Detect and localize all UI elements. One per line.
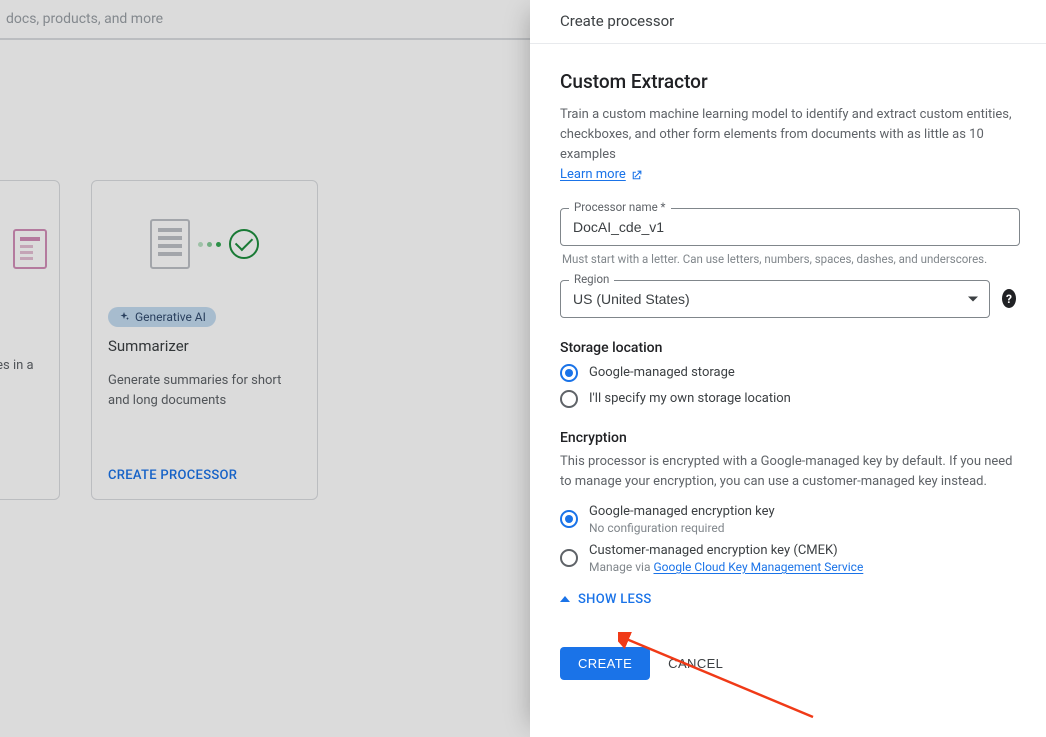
kms-link[interactable]: Google Cloud Key Management Service — [653, 560, 863, 574]
panel-title: Create processor — [530, 0, 1046, 44]
radio-selected-icon — [560, 364, 578, 382]
create-button[interactable]: CREATE — [560, 647, 650, 680]
processor-name-helper: Must start with a letter. Can use letter… — [562, 252, 1022, 266]
chevron-up-icon — [560, 596, 570, 602]
check-circle-icon — [229, 229, 259, 259]
card-desc-fragment: ndaries in a — [0, 356, 47, 376]
region-field: Region ? — [560, 280, 1016, 318]
region-select[interactable] — [560, 280, 990, 318]
cancel-button[interactable]: CANCEL — [668, 656, 723, 671]
external-link-icon — [630, 169, 643, 182]
card-title: Summarizer — [108, 337, 301, 355]
processor-type-description: Train a custom machine learning model to… — [560, 107, 1012, 162]
chevron-down-icon — [968, 296, 978, 301]
processor-card-partial[interactable]: ndaries in a — [0, 180, 60, 500]
card-illustration — [92, 181, 317, 307]
show-less-toggle[interactable]: SHOW LESS — [560, 592, 1016, 607]
processor-type-heading: Custom Extractor — [560, 70, 1016, 93]
encryption-description: This processor is encrypted with a Googl… — [560, 452, 1016, 492]
processor-name-field: Processor name * — [560, 208, 1016, 246]
radio-selected-icon — [560, 510, 578, 528]
generative-ai-badge: Generative AI — [108, 307, 216, 327]
create-processor-link[interactable]: CREATE PROCESSOR — [108, 468, 237, 483]
card-illustration — [0, 201, 47, 296]
region-help-icon[interactable]: ? — [1002, 289, 1016, 308]
sparkle-icon — [118, 311, 130, 323]
storage-google-option[interactable]: Google-managed storage — [560, 364, 1016, 382]
radio-unselected-icon — [560, 549, 578, 567]
encryption-google-option[interactable]: Google-managed encryption key No configu… — [560, 504, 1016, 535]
processor-card-summarizer[interactable]: Generative AI Summarizer Generate summar… — [91, 180, 318, 500]
encryption-cmek-option[interactable]: Customer-managed encryption key (CMEK) M… — [560, 543, 1016, 574]
create-processor-panel: Create processor Custom Extractor Train … — [530, 0, 1046, 737]
learn-more-link[interactable]: Learn more — [560, 165, 643, 185]
card-description: Generate summaries for short and long do… — [108, 371, 301, 411]
processor-name-label: Processor name * — [569, 200, 671, 214]
radio-unselected-icon — [560, 390, 578, 408]
encryption-heading: Encryption — [560, 430, 1016, 446]
region-label: Region — [569, 272, 614, 286]
storage-heading: Storage location — [560, 340, 1016, 356]
storage-own-option[interactable]: I'll specify my own storage location — [560, 390, 1016, 408]
